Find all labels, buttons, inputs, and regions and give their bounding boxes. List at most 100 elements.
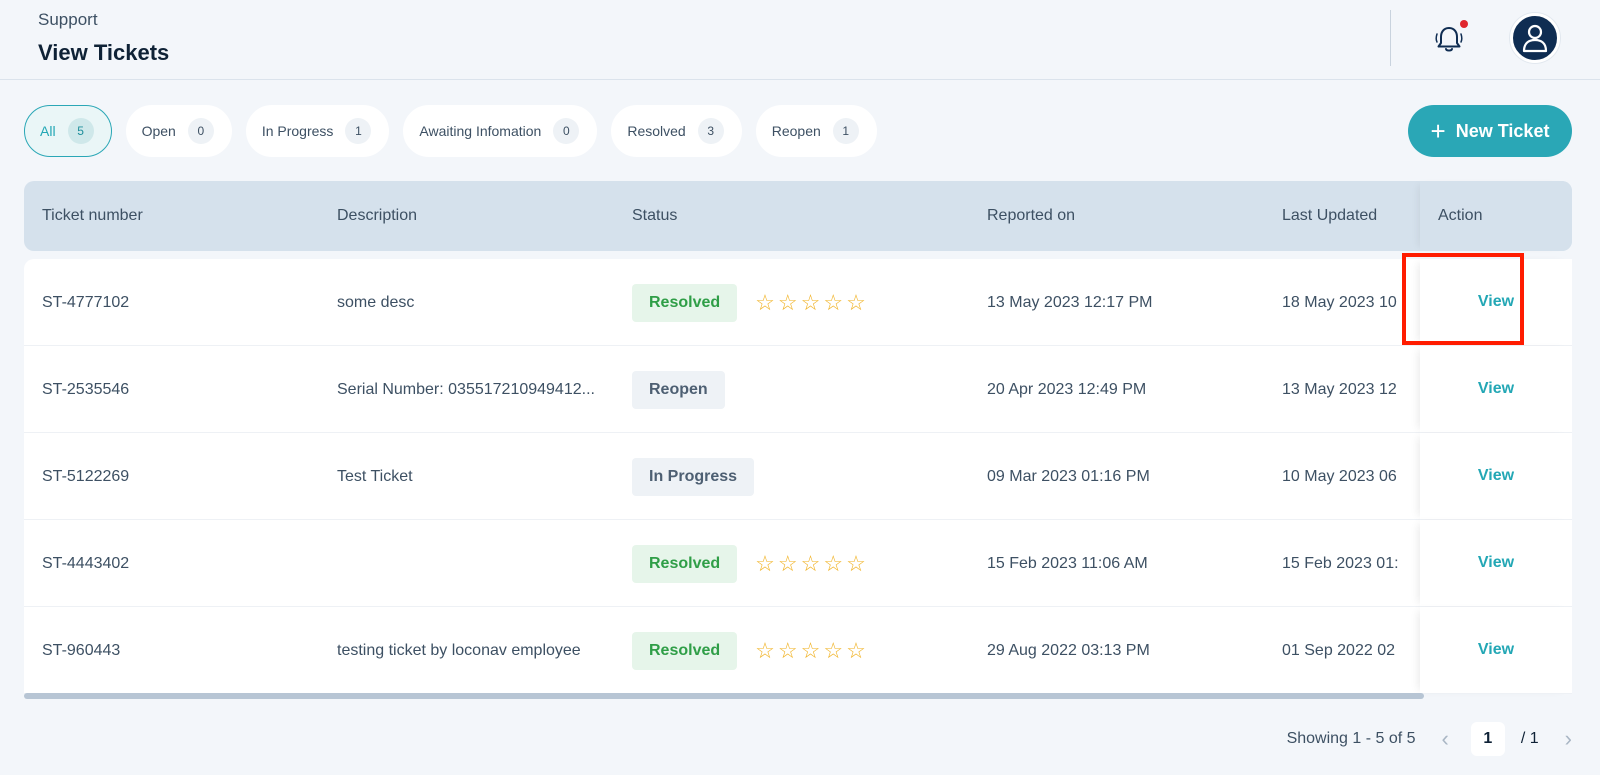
plus-icon: + bbox=[1430, 116, 1446, 146]
status-badge: Resolved bbox=[632, 283, 738, 322]
star-icon[interactable]: ☆ bbox=[823, 291, 843, 314]
ticket-number: ST-4443402 bbox=[42, 554, 130, 572]
star-icon[interactable]: ☆ bbox=[755, 552, 775, 575]
showing-count: Showing 1 - 5 of 5 bbox=[1286, 730, 1416, 747]
last-updated: 13 May 2023 12 bbox=[1282, 380, 1397, 398]
view-button[interactable]: View bbox=[1478, 467, 1514, 485]
column-header-reported-on: Reported on bbox=[987, 207, 1076, 224]
column-header-action: Action bbox=[1420, 181, 1572, 251]
reported-on: 09 Mar 2023 01:16 PM bbox=[987, 467, 1150, 485]
ticket-description: Serial Number: 035517210949412... bbox=[337, 380, 595, 398]
table-header: Ticket number Description Status Reporte… bbox=[24, 181, 1572, 251]
action-header-label: Action bbox=[1438, 207, 1483, 224]
table-row: ST-4777102 some desc Resolved ☆ ☆ ☆ ☆ ☆ 13 M… bbox=[24, 259, 1572, 346]
breadcrumb[interactable]: Support bbox=[38, 10, 98, 30]
filter-in-progress[interactable]: In Progress 1 bbox=[245, 105, 390, 157]
chevron-right-icon[interactable]: › bbox=[1565, 728, 1572, 750]
column-header-ticket-number: Ticket number bbox=[42, 207, 143, 224]
star-icon[interactable]: ☆ bbox=[846, 639, 866, 662]
last-updated: 18 May 2023 10 bbox=[1282, 293, 1397, 311]
chevron-left-icon[interactable]: ‹ bbox=[1442, 728, 1449, 750]
filter-awaiting-information[interactable]: Awaiting Infomation 0 bbox=[403, 105, 598, 157]
filter-reopen[interactable]: Reopen 1 bbox=[755, 105, 877, 157]
table-row: ST-960443 testing ticket by loconav empl… bbox=[24, 607, 1572, 694]
ticket-description: some desc bbox=[337, 293, 415, 311]
column-header-description: Description bbox=[337, 207, 418, 224]
rating-stars[interactable]: ☆ ☆ ☆ ☆ ☆ bbox=[755, 639, 866, 662]
reported-on: 29 Aug 2022 03:13 PM bbox=[987, 641, 1150, 659]
rating-stars[interactable]: ☆ ☆ ☆ ☆ ☆ bbox=[755, 552, 866, 575]
reported-on: 13 May 2023 12:17 PM bbox=[987, 293, 1153, 311]
filter-count: 1 bbox=[832, 118, 859, 144]
user-icon bbox=[1522, 24, 1548, 53]
filter-all[interactable]: All 5 bbox=[24, 105, 112, 157]
star-icon[interactable]: ☆ bbox=[846, 552, 866, 575]
current-page[interactable]: 1 bbox=[1470, 722, 1505, 756]
star-icon[interactable]: ☆ bbox=[801, 552, 821, 575]
star-icon[interactable]: ☆ bbox=[778, 639, 798, 662]
view-button[interactable]: View bbox=[1478, 641, 1514, 659]
horizontal-scrollbar[interactable] bbox=[24, 693, 1424, 699]
star-icon[interactable]: ☆ bbox=[778, 291, 798, 314]
action-column: Action View View View View View bbox=[1420, 181, 1572, 698]
filter-count: 3 bbox=[697, 118, 724, 144]
status-badge: Resolved bbox=[632, 631, 738, 670]
star-icon[interactable]: ☆ bbox=[755, 291, 775, 314]
status-cell: Resolved ☆ ☆ ☆ ☆ ☆ bbox=[632, 607, 972, 694]
ticket-number: ST-960443 bbox=[42, 641, 121, 659]
status-cell: Resolved ☆ ☆ ☆ ☆ ☆ bbox=[632, 520, 972, 607]
reported-on: 20 Apr 2023 12:49 PM bbox=[987, 380, 1147, 398]
star-icon[interactable]: ☆ bbox=[778, 552, 798, 575]
tickets-table: Ticket number Description Status Reporte… bbox=[24, 181, 1572, 698]
view-button[interactable]: View bbox=[1478, 380, 1514, 398]
filter-open[interactable]: Open 0 bbox=[125, 105, 232, 157]
last-updated: 15 Feb 2023 01: bbox=[1282, 554, 1399, 572]
ticket-number: ST-5122269 bbox=[42, 467, 130, 485]
pagination: Showing 1 - 5 of 5 ‹ 1 / 1 › bbox=[1287, 722, 1572, 756]
last-updated: 01 Sep 2022 02 bbox=[1282, 641, 1395, 659]
star-icon[interactable]: ☆ bbox=[846, 291, 866, 314]
header-divider bbox=[1390, 10, 1391, 66]
new-ticket-label: New Ticket bbox=[1455, 120, 1550, 141]
filter-resolved[interactable]: Resolved 3 bbox=[611, 105, 742, 157]
ticket-number: ST-4777102 bbox=[42, 293, 130, 311]
ticket-number: ST-2535546 bbox=[42, 380, 130, 398]
table-body: ST-4777102 some desc Resolved ☆ ☆ ☆ ☆ ☆ 13 M… bbox=[24, 259, 1572, 694]
action-cell: View bbox=[1420, 346, 1572, 433]
star-icon[interactable]: ☆ bbox=[823, 639, 843, 662]
table-row: ST-4443402 Resolved ☆ ☆ ☆ ☆ ☆ 15 Feb 2023 11… bbox=[24, 520, 1572, 607]
filter-label: In Progress bbox=[261, 123, 334, 139]
status-filter-tabs: All 5 Open 0 In Progress 1 Awaiting Info… bbox=[24, 105, 877, 157]
action-cell: View bbox=[1420, 520, 1572, 607]
star-icon[interactable]: ☆ bbox=[823, 552, 843, 575]
rating-stars[interactable]: ☆ ☆ ☆ ☆ ☆ bbox=[755, 291, 866, 314]
status-badge: Resolved bbox=[632, 544, 738, 583]
star-icon[interactable]: ☆ bbox=[755, 639, 775, 662]
filter-label: Awaiting Infomation bbox=[419, 123, 542, 139]
filter-count: 0 bbox=[187, 118, 214, 144]
ticket-description bbox=[337, 520, 607, 607]
view-button[interactable]: View bbox=[1478, 554, 1514, 572]
star-icon[interactable]: ☆ bbox=[801, 639, 821, 662]
status-badge: In Progress bbox=[632, 457, 755, 496]
filter-label: All bbox=[40, 123, 56, 139]
reported-on: 15 Feb 2023 11:06 AM bbox=[987, 554, 1148, 572]
last-updated: 10 May 2023 06 bbox=[1282, 467, 1397, 485]
new-ticket-button[interactable]: + New Ticket bbox=[1408, 105, 1572, 157]
table-row: ST-2535546 Serial Number: 03551721094941… bbox=[24, 346, 1572, 433]
status-cell: In Progress bbox=[632, 433, 972, 520]
ticket-description: Test Ticket bbox=[337, 467, 413, 485]
view-button[interactable]: View bbox=[1478, 293, 1514, 311]
status-badge: Reopen bbox=[632, 370, 725, 409]
column-header-status: Status bbox=[632, 207, 678, 224]
star-icon[interactable]: ☆ bbox=[801, 291, 821, 314]
filter-count: 1 bbox=[345, 118, 372, 144]
filter-count: 0 bbox=[553, 118, 580, 144]
action-cell: View bbox=[1420, 433, 1572, 520]
action-cell: View bbox=[1420, 259, 1572, 346]
avatar[interactable] bbox=[1510, 13, 1560, 63]
column-header-last-updated: Last Updated bbox=[1282, 207, 1378, 224]
top-header: Support View Tickets bbox=[0, 0, 1600, 80]
filter-label: Open bbox=[141, 123, 176, 139]
filter-label: Reopen bbox=[771, 123, 821, 139]
